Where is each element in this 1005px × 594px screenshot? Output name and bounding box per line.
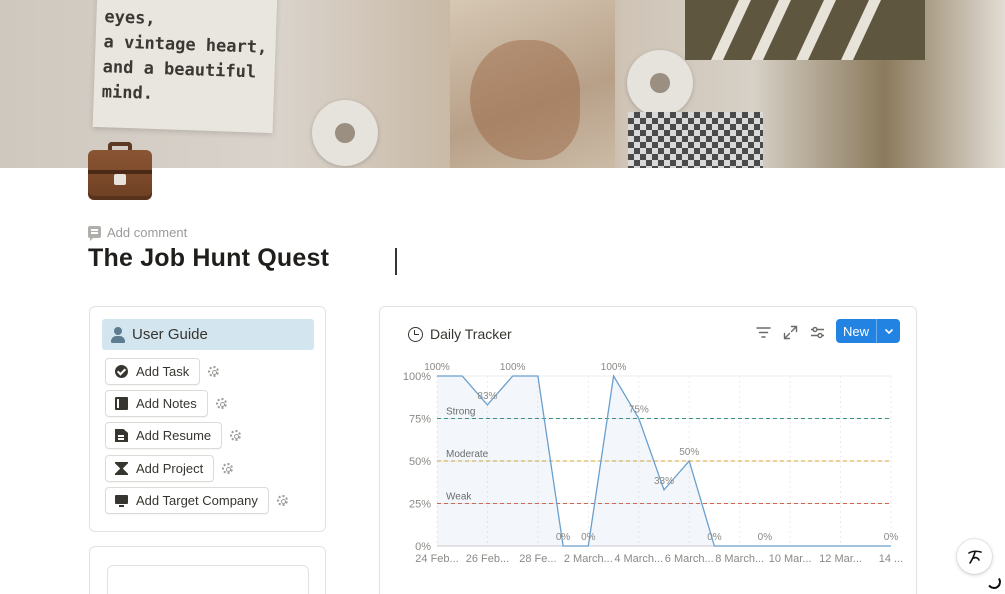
data-label: 0% <box>707 532 722 543</box>
x-tick-label: 24 Feb... <box>415 553 458 565</box>
add-comment-label: Add comment <box>107 224 188 240</box>
x-tick-label: 12 Mar... <box>819 553 862 565</box>
data-label: 0% <box>758 532 773 543</box>
settings-sliders-icon[interactable] <box>808 323 826 341</box>
y-tick-label: 75% <box>409 414 431 426</box>
x-tick-label: 26 Feb... <box>466 553 509 565</box>
add-notes-button[interactable]: Add Notes <box>105 390 208 417</box>
expand-icon[interactable] <box>781 323 799 341</box>
data-label: 83% <box>477 391 497 402</box>
user-guide-header[interactable]: User Guide <box>102 319 314 350</box>
y-tick-label: 25% <box>409 499 431 511</box>
data-label: 0% <box>581 532 596 543</box>
x-tick-label: 2 March... <box>564 553 613 565</box>
chart-icon <box>408 326 423 342</box>
chevron-down-icon[interactable] <box>877 326 900 336</box>
x-tick-label: 6 March... <box>665 553 714 565</box>
gear-icon[interactable] <box>276 495 288 506</box>
assistant-icon <box>967 550 982 564</box>
data-label: 0% <box>884 532 899 543</box>
gear-icon[interactable] <box>230 430 242 441</box>
add-task-label: Add Task <box>136 364 190 379</box>
x-tick-label: 8 March... <box>715 553 764 565</box>
help-assistant-button[interactable] <box>957 539 992 574</box>
user-guide-card: User Guide Add Task Add Notes Add Resume… <box>89 306 326 532</box>
data-label: 100% <box>601 362 627 373</box>
cover-checkerboard <box>628 112 763 168</box>
add-target-company-button[interactable]: Add Target Company <box>105 487 269 514</box>
cover-poster: eyes, a vintage heart, and a beautiful m… <box>92 0 278 134</box>
secondary-card <box>89 546 326 594</box>
y-tick-label: 0% <box>415 541 431 553</box>
x-tick-label: 14 ... <box>879 553 903 565</box>
monitor-icon <box>115 494 128 507</box>
add-project-label: Add Project <box>136 461 204 476</box>
filter-icon[interactable] <box>754 323 772 341</box>
x-tick-label: 28 Fe... <box>519 553 556 565</box>
add-comment-button[interactable]: Add comment <box>88 224 188 241</box>
add-resume-label: Add Resume <box>136 428 212 443</box>
data-label: 0% <box>556 532 571 543</box>
data-label: 33% <box>654 476 674 487</box>
hourglass-icon <box>115 462 128 475</box>
x-tick-label: 4 March... <box>614 553 663 565</box>
gear-icon[interactable] <box>215 398 227 409</box>
cover-washer <box>312 100 378 166</box>
secondary-card-inner[interactable] <box>107 565 309 594</box>
briefcase-icon[interactable] <box>88 142 152 200</box>
data-label: 100% <box>500 362 526 373</box>
tracker-header[interactable]: Daily Tracker <box>408 326 512 342</box>
add-notes-label: Add Notes <box>136 396 197 411</box>
loading-spinner <box>985 573 1003 591</box>
page-title[interactable]: The Job Hunt Quest <box>88 244 329 273</box>
daily-tracker-chart: 0%25%50%75%100%StrongModerateWeak100%83%… <box>403 362 903 565</box>
data-label: 50% <box>679 447 699 458</box>
daily-tracker-card: Daily Tracker New 0%25%50%75%100%StrongM… <box>379 306 917 594</box>
comment-icon <box>88 226 101 241</box>
gear-icon[interactable] <box>208 366 220 377</box>
tracker-title: Daily Tracker <box>430 326 512 342</box>
new-button[interactable]: New <box>836 319 900 343</box>
add-project-button[interactable]: Add Project <box>105 455 215 482</box>
data-label: 75% <box>629 405 649 416</box>
gear-icon[interactable] <box>222 463 234 474</box>
y-tick-label: 50% <box>409 456 431 468</box>
document-icon <box>115 429 128 442</box>
add-resume-button[interactable]: Add Resume <box>105 422 223 449</box>
cover-dark-panel <box>685 0 925 60</box>
x-tick-label: 10 Mar... <box>769 553 812 565</box>
notes-icon <box>115 397 128 410</box>
new-button-label: New <box>842 323 869 339</box>
data-label: 100% <box>424 362 450 373</box>
add-target-company-label: Add Target Company <box>136 493 258 508</box>
user-guide-title: User Guide <box>132 326 208 343</box>
check-circle-icon <box>115 365 128 378</box>
user-icon <box>110 326 126 343</box>
cover-blob <box>470 40 580 160</box>
text-caret <box>395 248 397 275</box>
add-task-button[interactable]: Add Task <box>105 358 201 385</box>
cover-washer <box>627 50 693 116</box>
